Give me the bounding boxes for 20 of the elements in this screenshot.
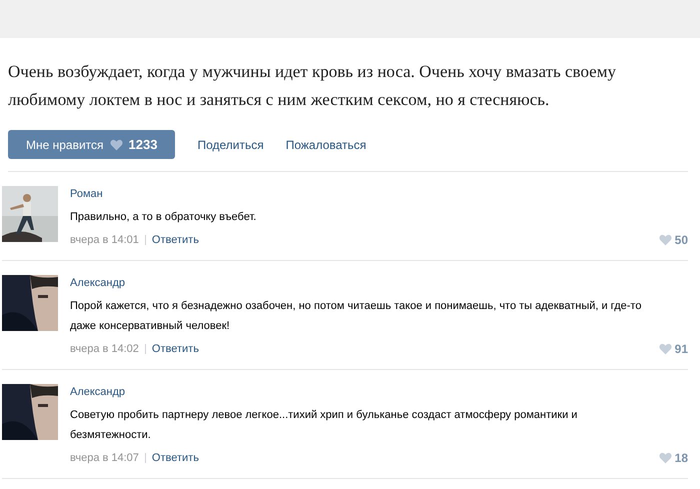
like-button[interactable]: Мне нравится 1233 [8,130,176,159]
comment-time: вчера в 14:02 [70,342,139,357]
comment-text: Порой кажется, что я безнадежно озабочен, но потом читаешь такое и понимаешь, что ты адекватный, и где-то даже консервативный человек! [70,299,642,334]
comment-text: Правильно, а то в обраточку въебет. [70,210,258,225]
author-link[interactable]: Роман [70,186,103,202]
post-text: Очень возбуждает, когда у мужчины идет кровь из носа. Очень хочу вмазать своему любимому локтем в нос и заняться с ним жестким сексом, но я стесняюсь. [8,61,617,111]
share-link[interactable]: Поделиться [197,136,264,154]
comment-time: вчера в 14:07 [70,451,139,466]
heart-icon [658,343,672,355]
reply-link[interactable]: Ответить [152,232,199,248]
comment-time: вчера в 14:01 [70,233,139,248]
author-link[interactable]: Александр [70,384,126,400]
reply-link[interactable]: Ответить [152,341,199,357]
heart-icon [110,138,123,150]
heart-icon [658,234,672,246]
report-link[interactable]: Пожаловаться [286,136,366,154]
comment-text: Советую пробить партнеру левое легкое...тихий хрип и бульканье создаст атмосферу романтики и безмятежности. [70,408,578,443]
heart-icon [658,452,672,464]
author-link[interactable]: Александр [70,275,126,291]
reply-link[interactable]: Ответить [152,450,199,466]
